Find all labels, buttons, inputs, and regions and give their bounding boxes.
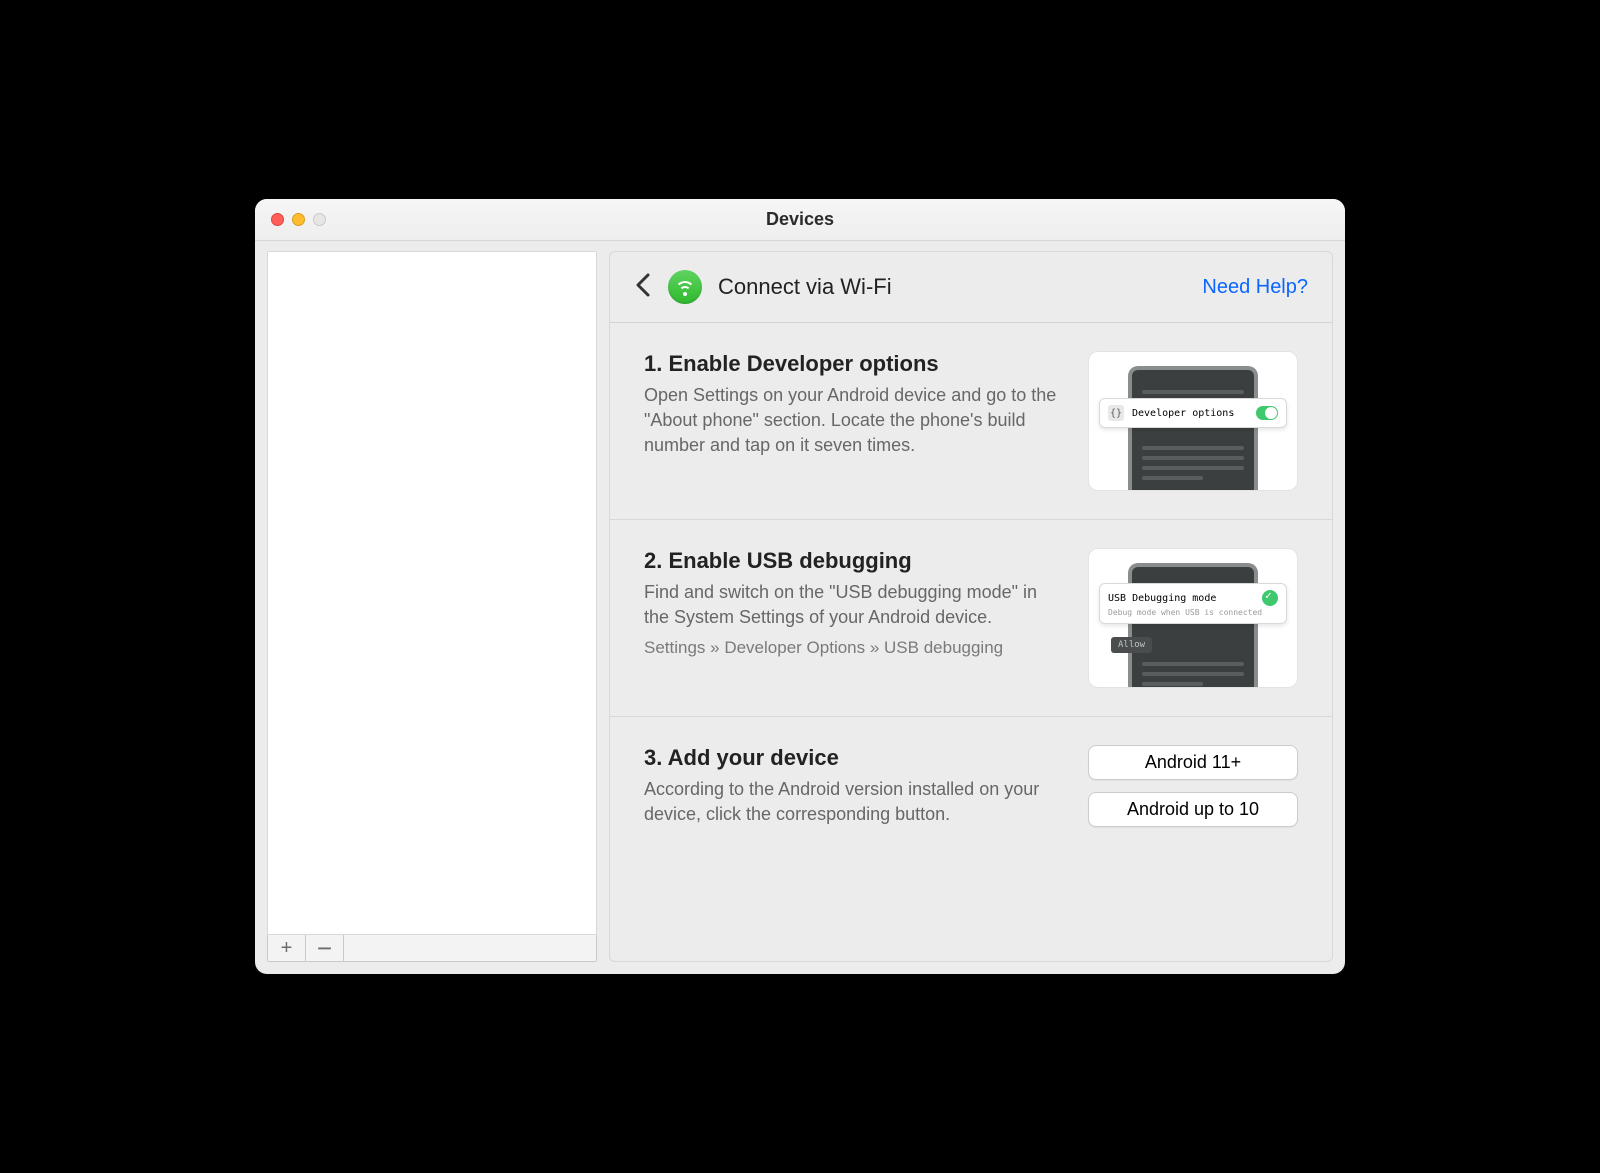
step-1-body: Open Settings on your Android device and…: [644, 383, 1058, 459]
step-2-path: Settings » Developer Options » USB debug…: [644, 638, 1058, 658]
close-icon[interactable]: [271, 213, 284, 226]
android-11-button[interactable]: Android 11+: [1088, 745, 1298, 780]
check-on-icon: [1262, 590, 1278, 606]
devices-window: Devices + − Connect via Wi-Fi Need Help?: [255, 199, 1345, 974]
step-1-illustration: {} Developer options: [1088, 351, 1298, 491]
step-1-thumb-label: Developer options: [1132, 408, 1234, 419]
main-header: Connect via Wi-Fi Need Help?: [610, 252, 1332, 323]
content: 1. Enable Developer options Open Setting…: [610, 323, 1332, 961]
step-2-body: Find and switch on the "USB debugging mo…: [644, 580, 1058, 630]
add-device-button[interactable]: +: [268, 935, 306, 961]
main-panel: Connect via Wi-Fi Need Help? 1. Enable D…: [609, 251, 1333, 962]
step-2-illustration: USB Debugging mode Debug mode when USB i…: [1088, 548, 1298, 688]
sidebar-toolbar-spacer: [344, 935, 596, 961]
window-title: Devices: [255, 209, 1345, 230]
device-list[interactable]: [267, 251, 597, 935]
step-2-thumb-label: USB Debugging mode: [1108, 593, 1216, 604]
step-2: 2. Enable USB debugging Find and switch …: [610, 520, 1332, 717]
titlebar: Devices: [255, 199, 1345, 241]
braces-icon: {}: [1108, 405, 1124, 421]
back-button[interactable]: [634, 272, 652, 302]
step-1: 1. Enable Developer options Open Setting…: [610, 323, 1332, 520]
zoom-icon[interactable]: [313, 213, 326, 226]
step-2-heading: 2. Enable USB debugging: [644, 548, 1058, 574]
traffic-lights: [271, 213, 326, 226]
help-link[interactable]: Need Help?: [1202, 276, 1308, 299]
step-3-heading: 3. Add your device: [644, 745, 1058, 771]
android-upto-10-button[interactable]: Android up to 10: [1088, 792, 1298, 827]
step-2-thumb-sub: Debug mode when USB is connected: [1108, 608, 1262, 617]
toggle-on-icon: [1256, 406, 1278, 420]
sidebar: + −: [267, 251, 597, 962]
minimize-icon[interactable]: [292, 213, 305, 226]
step-1-heading: 1. Enable Developer options: [644, 351, 1058, 377]
page-title: Connect via Wi-Fi: [718, 274, 1186, 300]
step-3: 3. Add your device According to the Andr…: [610, 717, 1332, 855]
remove-device-button[interactable]: −: [306, 935, 344, 961]
window-body: + − Connect via Wi-Fi Need Help?: [255, 241, 1345, 974]
wifi-icon: [668, 270, 702, 304]
sidebar-toolbar: + −: [267, 935, 597, 962]
step-3-body: According to the Android version install…: [644, 777, 1058, 827]
step-2-allow-label: Allow: [1111, 637, 1152, 653]
